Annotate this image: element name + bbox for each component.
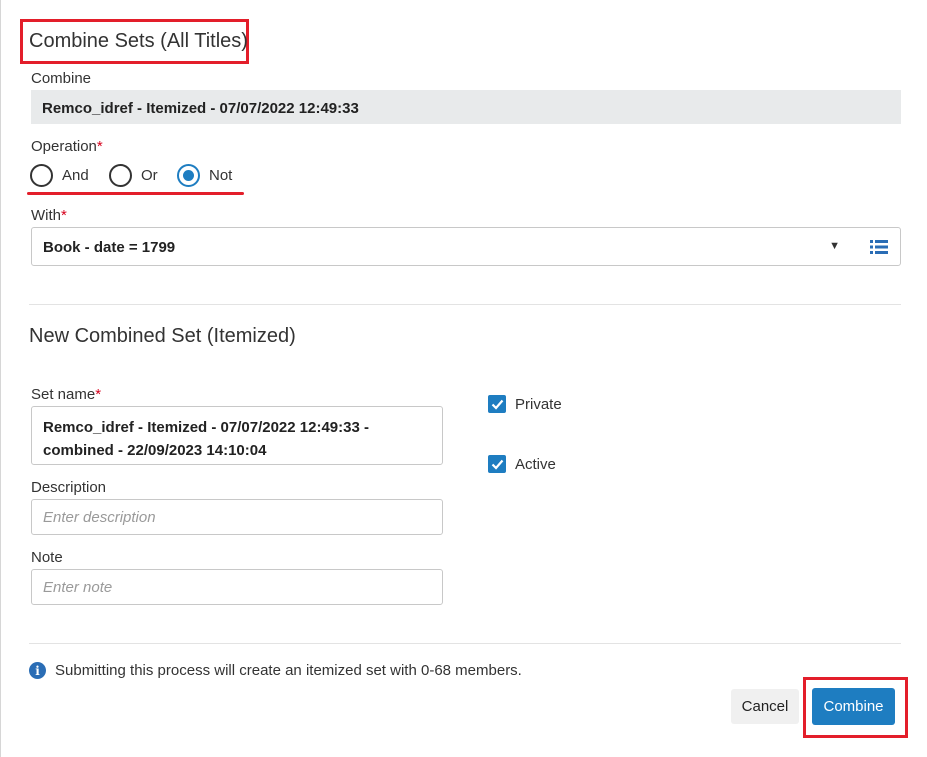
new-set-section-title: New Combined Set (Itemized)	[29, 325, 296, 347]
with-label-text: With	[31, 207, 61, 224]
list-icon[interactable]	[870, 240, 888, 254]
dialog-title: Combine Sets (All Titles)	[29, 30, 248, 52]
section-divider	[29, 304, 901, 305]
set-name-field[interactable]: Remco_idref - Itemized - 07/07/2022 12:4…	[31, 406, 443, 465]
radio-circle-and[interactable]	[30, 163, 53, 187]
radio-and[interactable]: And	[30, 162, 89, 188]
info-text: Submitting this process will create an i…	[55, 662, 522, 679]
radio-circle-not[interactable]	[177, 163, 200, 187]
description-field[interactable]	[31, 499, 443, 535]
with-label: With*	[31, 207, 67, 224]
cancel-button[interactable]: Cancel	[731, 689, 799, 724]
combine-sets-dialog: Combine Sets (All Titles) Combine Remco_…	[0, 0, 927, 757]
footer-divider	[29, 643, 901, 644]
required-mark: *	[96, 138, 103, 155]
operation-label-text: Operation	[31, 138, 97, 155]
required-mark: *	[95, 386, 102, 403]
description-label: Description	[31, 479, 107, 496]
required-mark: *	[61, 207, 67, 224]
note-label: Note	[31, 549, 63, 566]
combine-set-field: Remco_idref - Itemized - 07/07/2022 12:4…	[31, 90, 901, 124]
active-checkbox[interactable]: Active	[488, 455, 556, 473]
info-icon: i	[29, 662, 46, 679]
chevron-down-icon[interactable]: ▼	[829, 240, 840, 252]
with-select[interactable]: Book - date = 1799 ▼	[31, 227, 901, 266]
note-field[interactable]	[31, 569, 443, 605]
set-name-label: Set name*	[31, 386, 101, 403]
operation-highlight-underline	[27, 192, 244, 195]
radio-label-and[interactable]: And	[62, 167, 89, 184]
radio-label-or[interactable]: Or	[141, 167, 158, 184]
private-checkbox[interactable]: Private	[488, 395, 562, 413]
set-name-label-text: Set name	[31, 386, 96, 403]
combine-label: Combine	[31, 70, 92, 87]
private-label[interactable]: Private	[515, 396, 562, 413]
radio-not[interactable]: Not	[177, 162, 232, 188]
radio-or[interactable]: Or	[109, 162, 158, 188]
with-select-value[interactable]: Book - date = 1799	[43, 239, 175, 256]
radio-label-not[interactable]: Not	[209, 167, 232, 184]
active-label[interactable]: Active	[515, 456, 556, 473]
radio-circle-or[interactable]	[109, 163, 132, 187]
combine-button[interactable]: Combine	[812, 688, 895, 725]
checkbox-checked-icon[interactable]	[488, 455, 506, 473]
checkbox-checked-icon[interactable]	[488, 395, 506, 413]
info-message: i Submitting this process will create an…	[29, 662, 522, 679]
operation-label: Operation*	[31, 138, 103, 155]
